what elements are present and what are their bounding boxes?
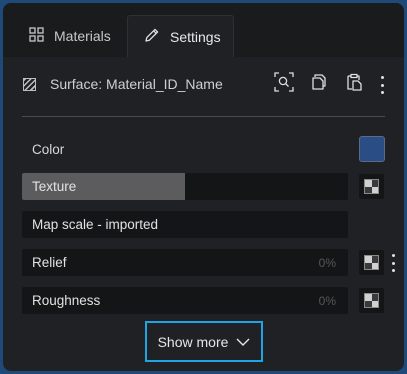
roughness-value: 0% [318, 294, 336, 308]
more-vertical-icon[interactable] [378, 76, 386, 94]
roughness-map-button[interactable] [359, 288, 384, 313]
roughness-label: Roughness [32, 293, 101, 308]
color-swatch[interactable] [359, 136, 385, 162]
show-more-label: Show more [157, 333, 229, 350]
tab-settings-label: Settings [170, 28, 221, 45]
tab-materials-label: Materials [54, 28, 111, 44]
texture-label: Texture [32, 179, 77, 194]
paste-icon [345, 73, 363, 96]
zoom-search-button[interactable] [271, 71, 297, 97]
divider [22, 116, 385, 117]
texture-slider[interactable]: Texture [22, 173, 348, 200]
checker-icon [364, 293, 379, 308]
map-scale-field[interactable]: Map scale - imported [22, 211, 348, 238]
checker-icon [364, 255, 379, 270]
duplicate-icon [310, 73, 328, 96]
tab-bar: Materials Settings [3, 3, 404, 57]
relief-label: Relief [32, 255, 67, 270]
map-scale-label: Map scale - imported [32, 217, 159, 232]
relief-slider[interactable]: Relief 0% [22, 249, 348, 276]
duplicate-button[interactable] [306, 71, 332, 97]
settings-panel: Materials Settings Surface: Material_ID_… [3, 3, 404, 371]
tab-settings[interactable]: Settings [127, 15, 234, 57]
relief-value: 0% [318, 256, 336, 270]
color-label: Color [32, 142, 65, 157]
paste-button[interactable] [341, 71, 367, 97]
roughness-slider[interactable]: Roughness 0% [22, 287, 348, 314]
texture-map-button[interactable] [359, 174, 384, 199]
relief-map-button[interactable] [359, 250, 384, 275]
grid-icon [29, 27, 44, 45]
checker-icon [364, 179, 379, 194]
tab-materials[interactable]: Materials [13, 15, 125, 57]
relief-more-vertical-icon[interactable] [389, 254, 397, 272]
hatched-square-icon [23, 78, 36, 91]
surface-row: Surface: Material_ID_Name [3, 65, 404, 103]
show-more-button[interactable]: Show more [145, 321, 263, 362]
chevron-down-icon [236, 334, 250, 350]
surface-label: Surface: Material_ID_Name [50, 76, 223, 92]
zoom-search-icon [274, 71, 294, 97]
pencil-icon [144, 27, 160, 46]
